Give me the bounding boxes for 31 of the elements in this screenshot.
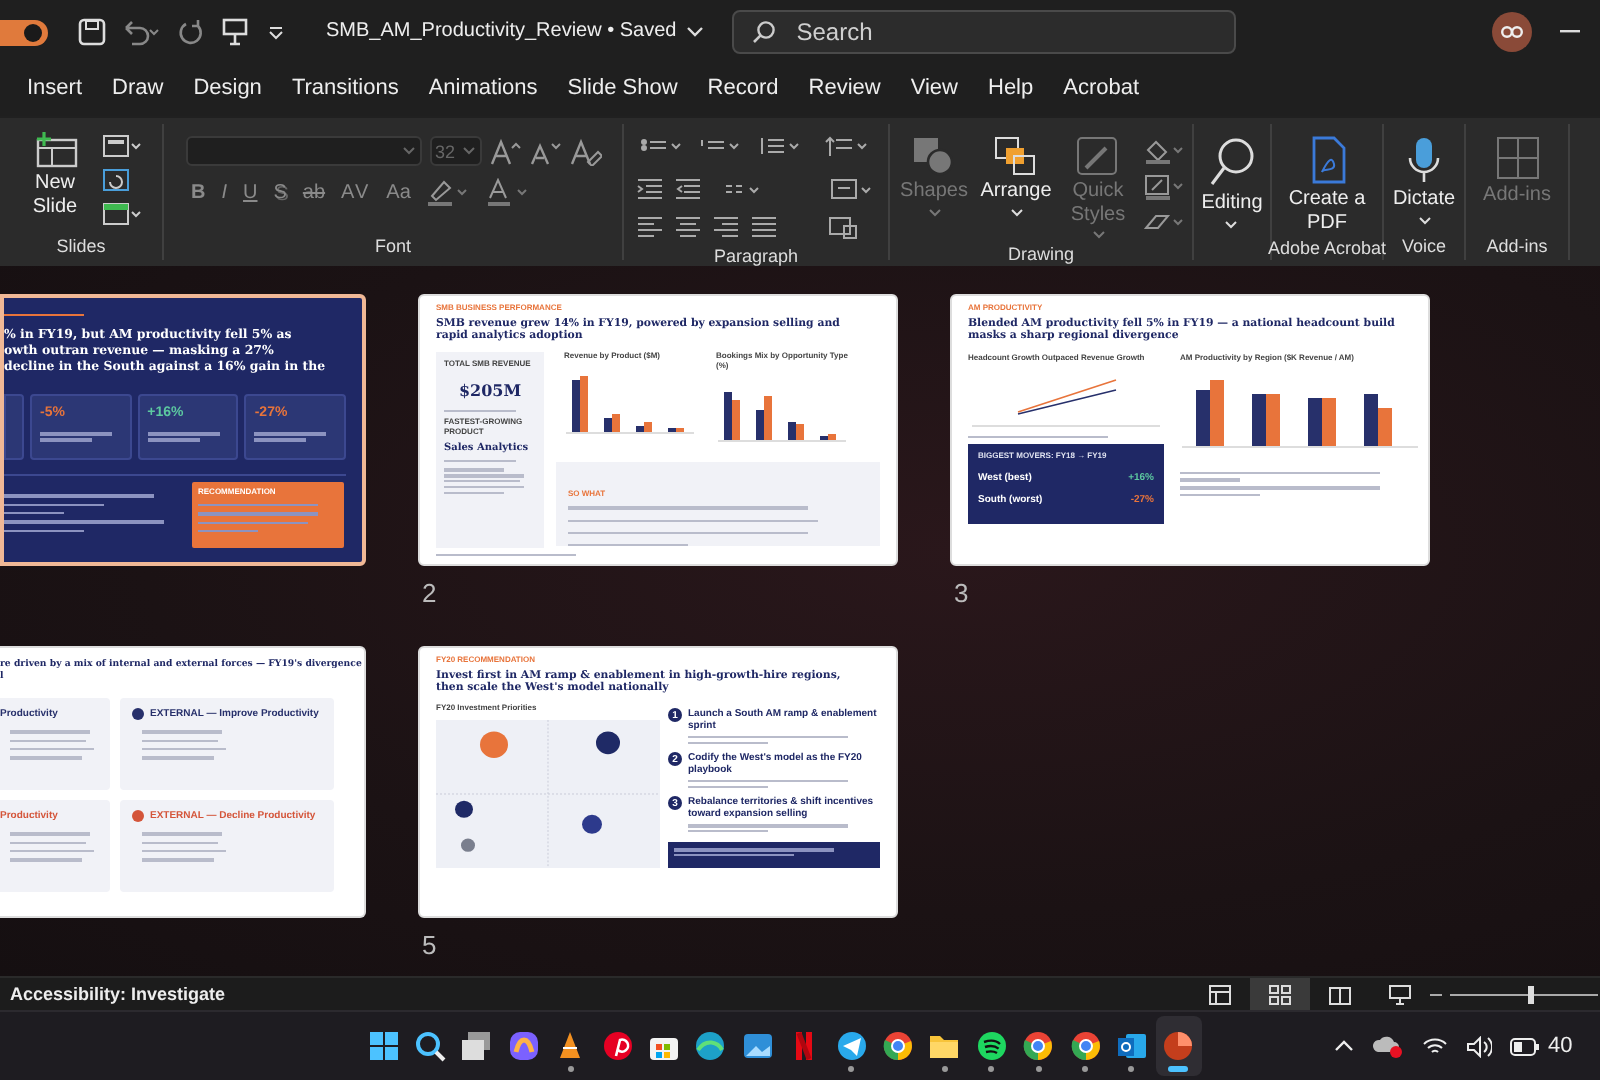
ribbon-button[interactable]: Editing [1197,132,1267,233]
menu-tab[interactable]: Slide Show [552,70,693,110]
arrange-button[interactable]: Arrange [978,132,1054,221]
menu-tab[interactable]: Review [793,70,896,110]
search-field[interactable]: Search [732,10,1237,54]
group-label: Adobe Acrobat [1267,238,1387,260]
slide-number: 5 [422,930,437,960]
group-label: Drawing [1007,244,1074,264]
kpi-value: $205M [456,377,524,404]
menu-tab[interactable]: Insert [12,70,98,110]
group-label: Font [374,236,411,260]
slide-number: 2 [422,578,437,608]
battery-percentage: 40 [1548,1034,1573,1058]
ribbon-button[interactable]: Create a PDF [1279,132,1375,238]
group-label: Paragraph [713,246,799,266]
group-label: Add-ins [1486,236,1548,260]
menu-tab[interactable]: Transitions [276,70,414,110]
menu-tab[interactable]: View [895,70,973,110]
slide-number: 3 [954,578,969,608]
menu-tab[interactable]: Record [692,70,794,110]
menu-tab[interactable]: Draw [97,70,179,110]
group-label: Voice [1401,236,1447,260]
file-name[interactable]: SMB_AM_Productivity_Review • Saved [326,18,705,46]
menu-tab[interactable]: Acrobat [1048,70,1155,110]
menu-tab[interactable]: Design [178,70,277,110]
ribbon-button[interactable]: Dictate [1388,132,1460,229]
menu-tab[interactable]: Animations [413,70,553,110]
group-label: Slides [56,236,106,260]
menu-tab[interactable]: Help [973,70,1049,110]
new-slide-button[interactable]: New Slide [21,128,89,222]
accessibility-status[interactable]: Accessibility: Investigate [10,984,1190,1004]
